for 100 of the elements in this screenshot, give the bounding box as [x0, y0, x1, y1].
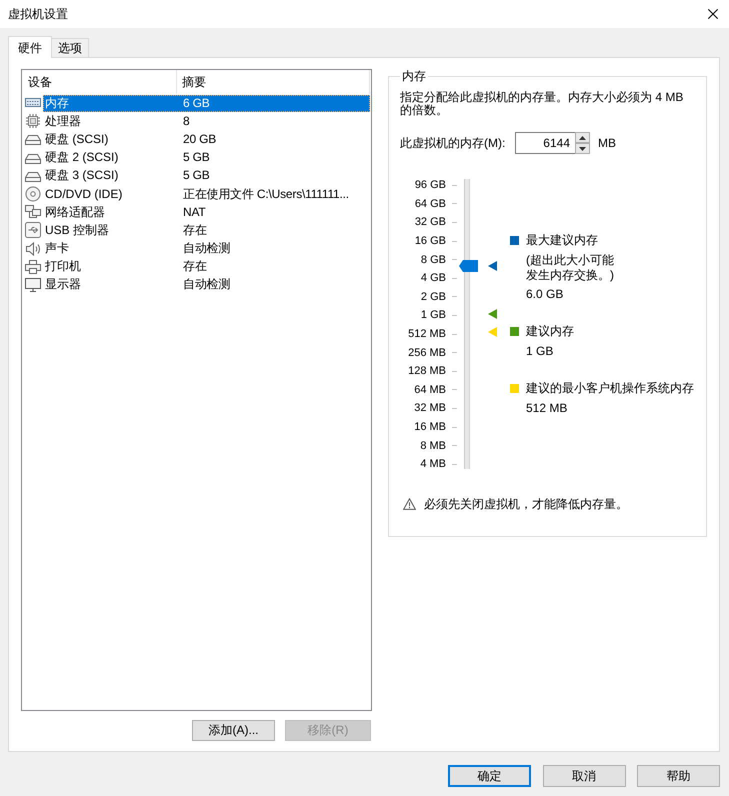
warning-text: 必须先关闭虚拟机，才能降低内存量。: [424, 496, 628, 512]
device-name: 处理器: [44, 114, 82, 129]
device-row[interactable]: 硬盘 3 (SCSI) 5 GB: [43, 167, 370, 184]
device-name: USB 控制器: [44, 222, 110, 238]
legend-value: 6.0 GB: [526, 286, 564, 303]
spin-down-button[interactable]: [575, 143, 590, 154]
device-row[interactable]: 硬盘 2 (SCSI) 5 GB: [43, 149, 370, 166]
device-row[interactable]: CD/DVD (IDE) 正在使用文件 C:\Users\111111...: [43, 186, 370, 203]
unit-label: MB: [598, 136, 616, 150]
field-label: 此虚拟机的内存(M):: [400, 134, 506, 152]
chip-icon: [25, 113, 41, 130]
legend-value: 512 MB: [526, 400, 568, 417]
scale-tick: [452, 334, 457, 335]
scale-label: 32 GB: [414, 215, 446, 230]
slider-thumb[interactable]: [459, 260, 478, 272]
device-summary: 5 GB: [182, 150, 210, 166]
legend-value: 1 GB: [526, 343, 554, 360]
ok-button[interactable]: 确定: [448, 765, 531, 787]
device-name: 网络适配器: [44, 204, 106, 220]
device-summary: 正在使用文件 C:\Users\111111...: [182, 186, 349, 202]
scale-label: 96 GB: [414, 178, 446, 192]
help-button[interactable]: 帮助: [637, 765, 720, 787]
warning-icon: [403, 498, 416, 510]
scale-label: 64 GB: [414, 196, 446, 211]
scale-label: 4 MB: [419, 457, 446, 472]
column-header[interactable]: 摘要: [177, 70, 370, 94]
device-row[interactable]: 打印机 存在: [43, 258, 370, 276]
legend-label: 建议的最小客户机操作系统内存: [526, 380, 694, 397]
device-name: 打印机: [44, 259, 82, 274]
printer-icon: [25, 258, 41, 275]
close-icon[interactable]: [708, 9, 718, 19]
legend-label: 最大建议内存: [526, 232, 599, 249]
device-row[interactable]: USB 控制器 存在: [43, 222, 370, 239]
device-summary: 自动检测: [182, 241, 230, 256]
device-name: 显示器: [44, 277, 82, 292]
caret-down-icon: [579, 146, 586, 150]
device-row[interactable]: 声卡 自动检测: [43, 240, 370, 258]
description-text: 指定分配给此虚拟机的内存量。内存大小必须为 4 MB 的倍数。: [400, 91, 684, 117]
device-row[interactable]: 处理器 8: [43, 112, 370, 130]
device-row[interactable]: 硬盘 (SCSI) 20 GB: [43, 130, 370, 148]
scale-tick: [452, 203, 457, 204]
scale-tick: [452, 352, 457, 354]
scale-label: 16 GB: [414, 234, 446, 248]
scale-tick: [452, 184, 457, 186]
scale-label: 32 MB: [413, 401, 446, 416]
speaker-icon: [25, 240, 41, 257]
device-row[interactable]: 显示器 自动检测: [43, 276, 370, 294]
spin-up-button[interactable]: [575, 132, 590, 143]
legend-label: 建议内存: [526, 323, 574, 340]
device-summary: 自动检测: [182, 277, 230, 292]
device-name: 声卡: [44, 241, 70, 256]
scale-tick: [452, 445, 457, 446]
add-button[interactable]: 添加(A)...: [192, 720, 275, 741]
scale-tick: [452, 314, 457, 316]
device-row[interactable]: 网络适配器 NAT: [43, 204, 370, 221]
scale-label: 4 GB: [420, 271, 446, 286]
tab[interactable]: 选项: [51, 38, 89, 57]
scale-label: 8 MB: [419, 438, 446, 453]
scale-tick: [452, 240, 457, 242]
scale-label: 512 MB: [407, 327, 446, 342]
device-summary: 20 GB: [182, 132, 216, 147]
device-summary: 6 GB: [182, 96, 210, 111]
scale-tick: [452, 408, 457, 409]
caret-up-icon: [579, 136, 586, 140]
scale-label: 2 GB: [420, 290, 446, 304]
device-row[interactable]: 内存 6 GB: [43, 94, 370, 112]
scale-label: 256 MB: [407, 346, 446, 360]
device-summary: 存在: [182, 259, 207, 274]
scale-label: 128 MB: [407, 364, 446, 378]
scale-tick: [452, 464, 457, 465]
memory-size-field[interactable]: 6144: [515, 132, 575, 154]
usb-icon: [25, 222, 41, 238]
device-name: 硬盘 3 (SCSI): [44, 168, 120, 184]
scale-tick: [452, 370, 457, 372]
window-title: 虚拟机设置: [8, 6, 68, 22]
device-summary: 8: [182, 114, 190, 129]
column-header[interactable]: 设备: [22, 70, 177, 94]
scale-label: 1 GB: [420, 308, 446, 322]
device-name: CD/DVD (IDE): [44, 186, 124, 202]
device-summary: NAT: [182, 204, 206, 220]
scale-label: 16 MB: [413, 420, 446, 434]
scale-tick: [452, 278, 457, 279]
device-summary: 存在: [182, 222, 207, 238]
monitor-icon: [25, 276, 41, 293]
device-name: 硬盘 (SCSI): [44, 132, 110, 147]
network-icon: [25, 204, 41, 220]
disc-icon: [25, 186, 41, 202]
group-title: 内存: [401, 69, 427, 83]
scale-tick: [452, 296, 457, 298]
device-summary: 5 GB: [182, 168, 210, 184]
legend-note: (超出此大小可能发生内存交换。): [526, 252, 615, 284]
scale-label: 8 GB: [420, 252, 446, 267]
scale-label: 64 MB: [413, 382, 446, 397]
cancel-button[interactable]: 取消: [542, 765, 626, 787]
scale-tick: [452, 389, 457, 390]
device-name: 内存: [44, 96, 70, 111]
device-name: 硬盘 2 (SCSI): [44, 150, 120, 166]
tab[interactable]: 硬件: [8, 36, 52, 58]
scale-tick: [452, 222, 457, 223]
scale-tick: [452, 259, 457, 260]
